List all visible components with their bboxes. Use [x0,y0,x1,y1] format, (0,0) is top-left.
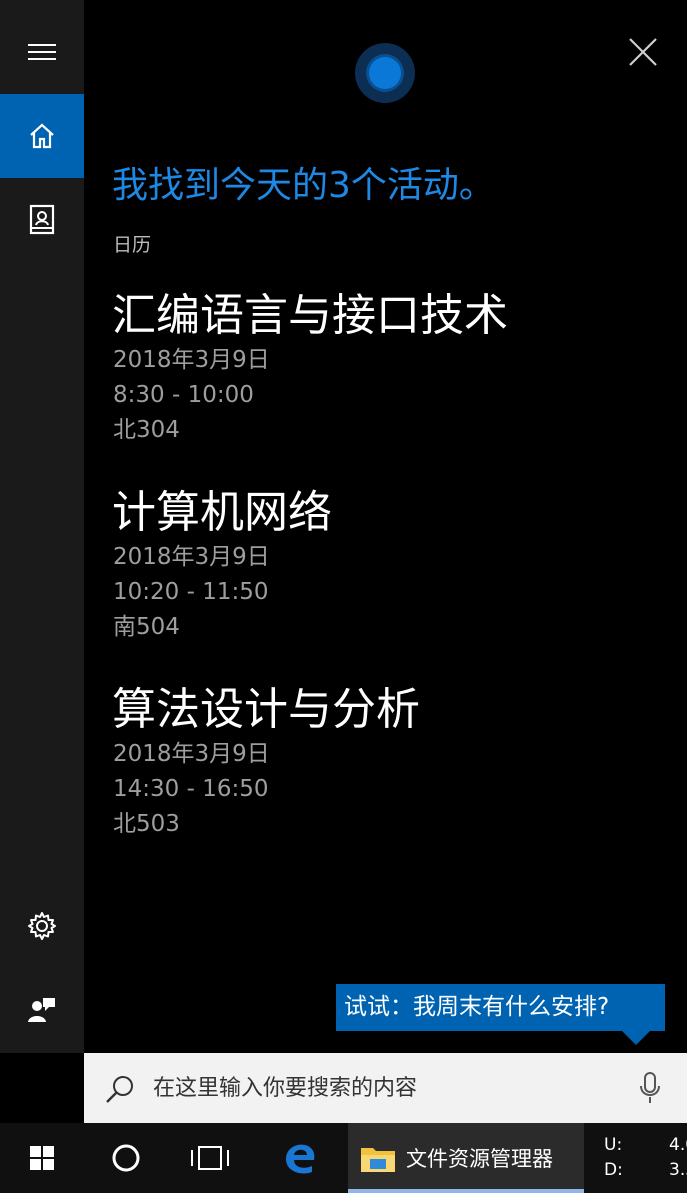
search-input[interactable] [153,1070,623,1106]
home-button[interactable] [0,94,84,178]
file-explorer-label: 文件资源管理器 [406,1147,553,1171]
feedback-button[interactable] [0,968,84,1052]
microphone-icon[interactable] [638,1071,662,1105]
home-icon [30,123,54,149]
windows-logo-icon [30,1146,54,1170]
edge-browser-button[interactable] [252,1123,348,1193]
cortana-sidebar [0,0,84,1053]
event-location: 北503 [113,811,180,837]
taskbar: 文件资源管理器 U: D: 4.0 3.5 [0,1123,687,1193]
event-title: 汇编语言与接口技术 [112,290,508,341]
task-view-icon [191,1146,229,1170]
event-time: 10:20 - 11:50 [113,579,269,605]
calendar-event[interactable]: 计算机网络 2018年3月9日 10:20 - 11:50 南504 [112,486,672,645]
event-date: 2018年3月9日 [113,544,270,570]
notebook-button[interactable] [0,178,84,262]
start-button[interactable] [0,1123,84,1193]
event-time: 14:30 - 16:50 [113,776,269,802]
network-speed-values: 4.0 3.5 [669,1133,687,1183]
download-value: 3.5 [669,1160,687,1180]
event-location: 南504 [113,614,180,640]
network-speed-labels: U: D: [604,1133,623,1183]
folder-icon [361,1148,395,1172]
search-box [84,1053,687,1123]
hamburger-icon [28,44,56,60]
cortana-logo[interactable] [355,43,415,103]
active-app-indicator [348,1189,584,1193]
close-icon [629,38,657,66]
event-title: 算法设计与分析 [112,684,420,735]
settings-button[interactable] [0,884,84,968]
suggestion-bubble[interactable]: 试试：我周末有什么安排? [336,984,665,1031]
calendar-event[interactable]: 汇编语言与接口技术 2018年3月9日 8:30 - 10:00 北304 [112,289,672,448]
close-button[interactable] [623,32,663,72]
cortana-ring-icon [112,1144,140,1172]
upload-label: U: [604,1135,623,1155]
event-title: 计算机网络 [112,487,332,538]
gear-icon [28,912,56,940]
task-view-button[interactable] [168,1123,252,1193]
upload-value: 4.0 [669,1135,687,1155]
event-date: 2018年3月9日 [113,741,270,767]
notebook-icon [29,204,55,235]
event-time: 8:30 - 10:00 [113,382,254,408]
cortana-orb-icon [369,57,401,89]
calendar-category-label: 日历 [113,234,152,256]
search-icon [106,1076,133,1103]
suggestion-bubble-tail [622,1031,650,1045]
download-label: D: [604,1160,623,1180]
menu-button[interactable] [0,10,84,94]
feedback-person-icon [28,998,55,1022]
event-date: 2018年3月9日 [113,347,270,373]
calendar-event[interactable]: 算法设计与分析 2018年3月9日 14:30 - 16:50 北503 [112,683,672,842]
edge-icon [286,1144,315,1174]
cortana-response-heading: 我找到今天的3个活动。 [112,165,495,206]
file-explorer-button[interactable]: 文件资源管理器 [348,1123,584,1193]
taskbar-cortana-button[interactable] [84,1123,168,1193]
event-location: 北304 [113,417,180,443]
